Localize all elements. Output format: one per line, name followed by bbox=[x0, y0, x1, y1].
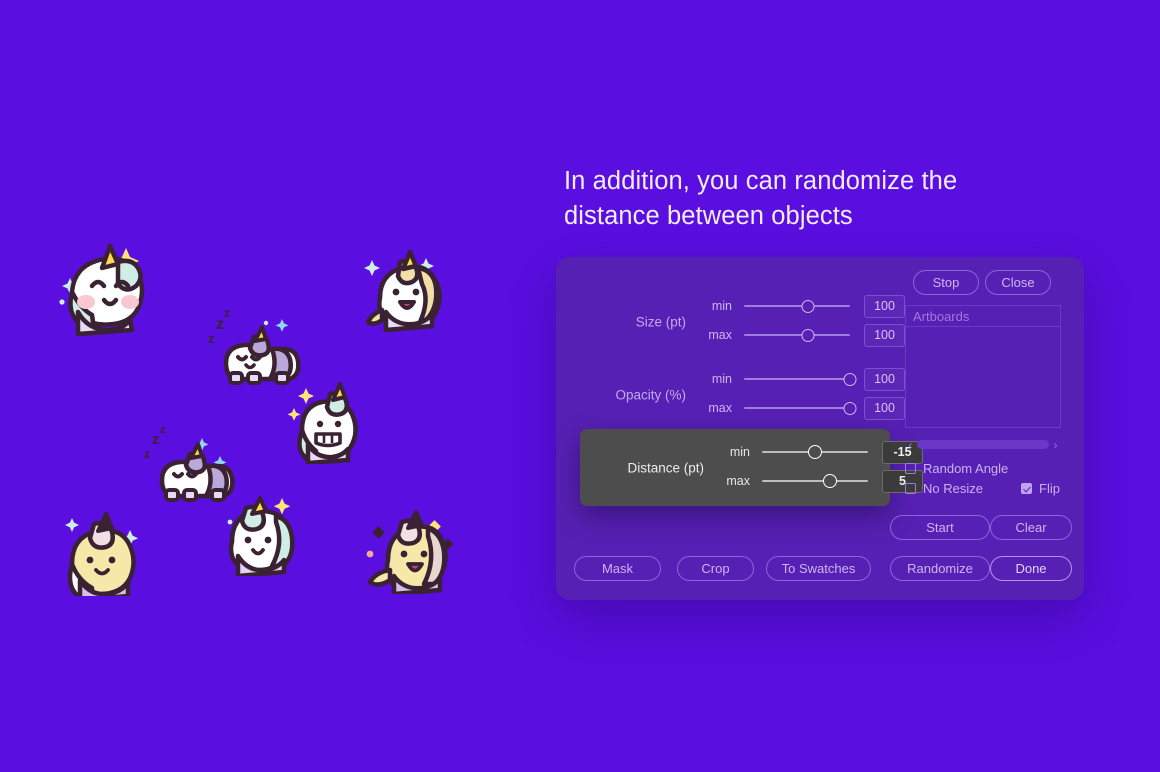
svg-text:z: z bbox=[160, 424, 166, 436]
opacity-group: Opacity (%) min 100 max 100 bbox=[568, 367, 905, 421]
size-min-slider[interactable] bbox=[744, 299, 850, 313]
slider-rail bbox=[744, 305, 850, 307]
checkbox-checked-icon[interactable] bbox=[1021, 483, 1032, 494]
size-min-row[interactable]: min 100 bbox=[696, 293, 905, 319]
slider-rail bbox=[744, 378, 850, 380]
flip-checkbox-row[interactable]: Flip bbox=[1021, 481, 1060, 496]
opacity-max-label: max bbox=[708, 401, 732, 415]
flip-label: Flip bbox=[1039, 481, 1060, 496]
slider-rail bbox=[744, 407, 850, 409]
unicorn-yellow-shy bbox=[58, 508, 152, 596]
svg-text:z: z bbox=[144, 447, 150, 461]
checkbox-icon[interactable] bbox=[905, 483, 916, 494]
slider-knob[interactable] bbox=[822, 474, 837, 488]
opacity-max-slider[interactable] bbox=[744, 401, 857, 415]
unicorn-yellow-cheering bbox=[362, 506, 454, 594]
svg-text:z: z bbox=[152, 431, 160, 448]
distance-group: Distance (pt) min -15 max 5 bbox=[592, 440, 923, 494]
page-title: In addition, you can randomize the dista… bbox=[564, 164, 1034, 234]
mask-button[interactable]: Mask bbox=[574, 556, 661, 581]
stop-button[interactable]: Stop bbox=[913, 270, 979, 295]
artboards-scrollbar[interactable]: ‹ › bbox=[905, 438, 1061, 451]
size-max-slider[interactable] bbox=[744, 328, 850, 342]
scrollbar-thumb[interactable] bbox=[917, 440, 1049, 449]
clear-button[interactable]: Clear bbox=[990, 515, 1072, 540]
close-button[interactable]: Close bbox=[985, 270, 1051, 295]
distance-group-label: Distance (pt) bbox=[627, 460, 704, 476]
distance-min-label: min bbox=[729, 445, 750, 459]
opacity-min-row[interactable]: min 100 bbox=[696, 366, 905, 392]
unicorn-sleeping-top: z z z bbox=[204, 305, 310, 389]
randomize-button[interactable]: Randomize bbox=[890, 556, 990, 581]
svg-text:z: z bbox=[216, 316, 224, 333]
opacity-max-value[interactable]: 100 bbox=[864, 396, 905, 420]
size-group-label: Size (pt) bbox=[635, 314, 686, 330]
unicorn-grinning bbox=[286, 382, 364, 464]
artboards-list-header: Artboards bbox=[905, 305, 1061, 326]
size-max-row[interactable]: max 100 bbox=[696, 322, 905, 348]
slider-knob[interactable] bbox=[801, 299, 815, 313]
size-max-value[interactable]: 100 bbox=[864, 323, 905, 347]
size-min-label: min bbox=[711, 299, 732, 313]
slider-knob[interactable] bbox=[843, 401, 857, 415]
random-angle-label: Random Angle bbox=[923, 461, 1009, 476]
size-group: Size (pt) min 100 max 100 bbox=[568, 294, 905, 348]
scroll-left-icon[interactable]: ‹ bbox=[905, 439, 916, 451]
unicorn-happy-blush bbox=[48, 240, 154, 336]
crop-button[interactable]: Crop bbox=[677, 556, 754, 581]
done-button[interactable]: Done bbox=[990, 556, 1072, 581]
opacity-min-value[interactable]: 100 bbox=[864, 367, 905, 391]
distance-min-slider[interactable] bbox=[762, 445, 868, 459]
checkbox-icon[interactable] bbox=[905, 463, 916, 474]
slider-knob[interactable] bbox=[808, 445, 822, 459]
distance-group-highlight: Distance (pt) min -15 max 5 bbox=[580, 429, 923, 506]
distance-max-row[interactable]: max 5 bbox=[714, 468, 923, 494]
distance-max-slider[interactable] bbox=[762, 474, 868, 488]
artboards-list-body[interactable] bbox=[905, 326, 1061, 428]
slider-knob[interactable] bbox=[843, 372, 857, 386]
no-resize-label: No Resize bbox=[923, 481, 983, 496]
size-min-value[interactable]: 100 bbox=[864, 294, 905, 318]
distance-min-row[interactable]: min -15 bbox=[714, 439, 923, 465]
slider-knob[interactable] bbox=[801, 328, 815, 342]
start-button[interactable]: Start bbox=[890, 515, 990, 540]
slider-rail bbox=[762, 480, 868, 482]
page-title-line-1: In addition, you can randomize the bbox=[564, 167, 958, 195]
to-swatches-button[interactable]: To Swatches bbox=[766, 556, 871, 581]
opacity-max-row[interactable]: max 100 bbox=[696, 395, 905, 421]
random-angle-checkbox-row[interactable]: Random Angle bbox=[905, 461, 1008, 476]
opacity-min-label: min bbox=[711, 372, 732, 386]
unicorn-waving bbox=[356, 248, 448, 332]
opacity-min-slider[interactable] bbox=[744, 372, 857, 386]
scroll-right-icon[interactable]: › bbox=[1050, 439, 1061, 451]
opacity-group-label: Opacity (%) bbox=[615, 387, 686, 403]
page-title-line-2: distance between objects bbox=[564, 202, 853, 230]
size-max-label: max bbox=[708, 328, 732, 342]
unicorn-smiling-white bbox=[216, 492, 302, 576]
svg-text:z: z bbox=[208, 331, 215, 346]
distance-max-label: max bbox=[726, 474, 750, 488]
slider-rail bbox=[744, 334, 850, 336]
svg-text:z: z bbox=[224, 306, 230, 320]
no-resize-checkbox-row[interactable]: No Resize bbox=[905, 481, 983, 496]
